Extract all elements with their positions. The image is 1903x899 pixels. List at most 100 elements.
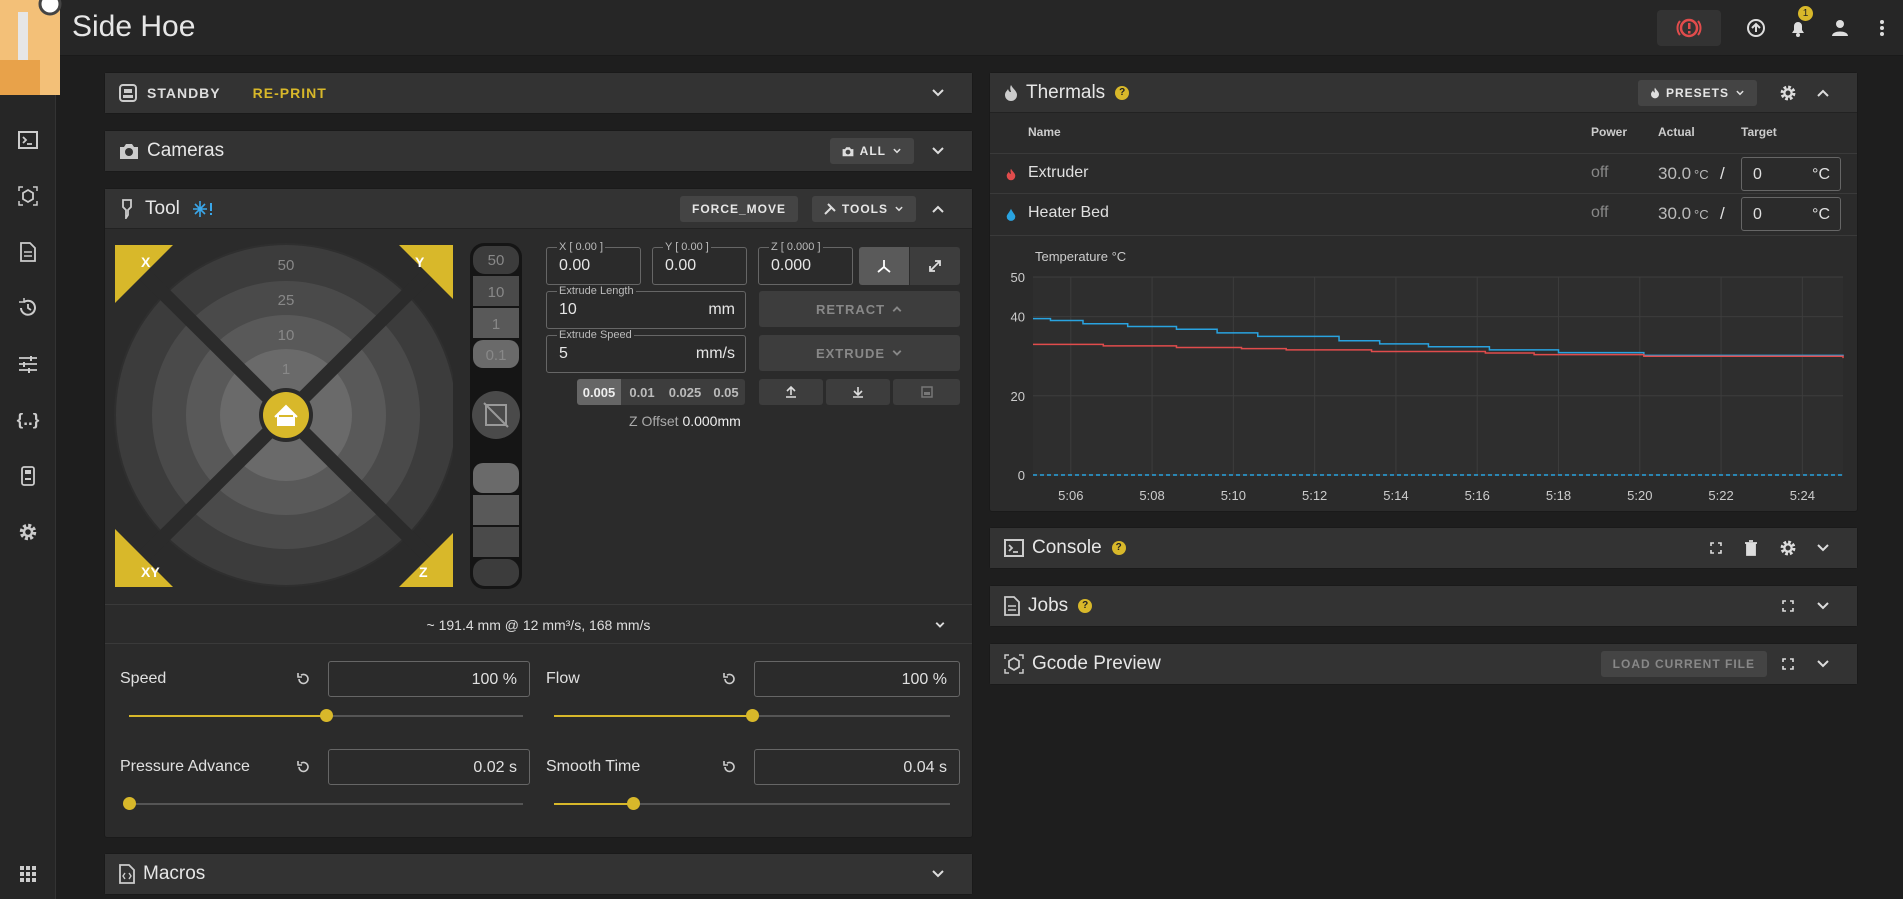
chevron-down-icon	[895, 206, 903, 212]
y-tick-label: 50	[1011, 270, 1025, 285]
smooth-time-slider[interactable]	[554, 797, 950, 810]
bed-target-input[interactable]: 0 °C	[1741, 197, 1841, 231]
emergency-stop-button[interactable]	[1657, 10, 1721, 46]
reprint-button[interactable]: RE-PRINT	[253, 85, 327, 101]
nav-config-files[interactable]: {..}	[14, 406, 42, 434]
extruder-target-input[interactable]: 0 °C	[1741, 157, 1841, 191]
z-down-10[interactable]	[473, 527, 519, 557]
flow-value: 100 %	[901, 671, 947, 688]
reset-icon[interactable]	[722, 760, 736, 774]
z-position-field[interactable]: Z [ 0.000 ] 0.000	[758, 241, 853, 285]
app-logo[interactable]	[0, 0, 75, 95]
console-icon	[1004, 539, 1024, 557]
fullscreen-icon[interactable]	[1710, 542, 1722, 554]
speed-slider-fill	[129, 715, 326, 717]
speed-slider-thumb[interactable]	[320, 709, 333, 722]
upload-print-button[interactable]	[1735, 0, 1777, 56]
z-step-0-05[interactable]: 0.05	[707, 379, 745, 405]
trash-icon[interactable]	[1744, 540, 1758, 556]
fullscreen-icon[interactable]	[1782, 600, 1794, 612]
help-icon[interactable]: ?	[1078, 599, 1093, 613]
reset-icon[interactable]	[296, 672, 310, 686]
flow-slider-thumb[interactable]	[746, 709, 759, 722]
reset-icon[interactable]	[296, 760, 310, 774]
chevron-up-icon[interactable]	[930, 201, 946, 217]
pressure-advance-input[interactable]: 0.02 s	[328, 749, 530, 785]
z-down-50[interactable]	[473, 559, 519, 586]
load-current-file-button[interactable]: LOAD CURRENT FILE	[1600, 651, 1767, 677]
z-position-label: Z [ 0.000 ]	[769, 241, 823, 253]
z-step-0-025[interactable]: 0.025	[663, 379, 707, 405]
x-position-field[interactable]: X [ 0.00 ] 0.00	[546, 241, 641, 285]
extrude-label: EXTRUDE	[815, 345, 886, 361]
flow-slider[interactable]	[554, 709, 950, 722]
z-offset-down-button[interactable]	[826, 379, 890, 405]
z-step-0-005[interactable]: 0.005	[577, 379, 621, 405]
pressure-advance-slider[interactable]	[123, 797, 523, 810]
chevron-down-icon[interactable]	[930, 866, 946, 882]
smooth-time-input[interactable]: 0.04 s	[754, 749, 960, 785]
speed-input[interactable]: 100 %	[328, 661, 530, 697]
y-tick-label: 20	[1011, 389, 1025, 404]
extrude-length-field[interactable]: Extrude Length 10 mm	[546, 285, 746, 329]
nav-console[interactable]	[14, 126, 42, 154]
z-down-1[interactable]	[473, 495, 519, 525]
help-icon[interactable]: ?	[1111, 541, 1126, 555]
z-offset-save-button[interactable]	[893, 379, 960, 405]
chevron-down-icon[interactable]	[1815, 540, 1831, 556]
bed-target-value: 0	[1753, 206, 1762, 223]
macros-card: Macros	[104, 853, 973, 895]
nav-history[interactable]	[14, 294, 42, 322]
chevron-down-icon[interactable]	[1815, 598, 1831, 614]
speed-slider[interactable]	[129, 709, 523, 722]
extrusion-summary: ~ 191.4 mm @ 12 mm³/s, 168 mm/s	[426, 617, 651, 633]
tools-menu-label: TOOLS	[841, 202, 888, 216]
nav-files[interactable]	[14, 238, 42, 266]
flow-input[interactable]: 100 %	[754, 661, 960, 697]
nav-system[interactable]	[14, 462, 42, 490]
retract-button[interactable]: RETRACT	[759, 291, 960, 327]
gcode-preview-title: Gcode Preview	[1032, 653, 1161, 674]
user-button[interactable]	[1819, 0, 1861, 56]
camera-icon	[842, 146, 854, 156]
absolute-move-toggle[interactable]	[910, 247, 960, 285]
more-menu-button[interactable]	[1861, 0, 1903, 56]
z-offset-up-button[interactable]	[759, 379, 823, 405]
camera-filter-button[interactable]: ALL	[829, 138, 914, 164]
extrusion-summary-row[interactable]: ~ 191.4 mm @ 12 mm³/s, 168 mm/s	[105, 604, 972, 644]
x-tick-label: 5:12	[1302, 488, 1327, 503]
nav-apps-grid[interactable]	[14, 860, 42, 888]
heater-name[interactable]: Heater Bed	[1028, 204, 1109, 222]
chevron-down-icon[interactable]	[1815, 656, 1831, 672]
z-down-0-1[interactable]	[473, 463, 519, 493]
arrow-collapse-up-icon	[786, 385, 796, 398]
pressure-advance-slider-thumb[interactable]	[123, 797, 136, 810]
y-position-field[interactable]: Y [ 0.00 ] 0.00	[652, 241, 747, 285]
nav-gcode-viewer[interactable]	[14, 182, 42, 210]
chevron-down-icon[interactable]	[930, 85, 946, 101]
table-row: Heater Bed off 30.0 °C / 0 °C	[990, 193, 1857, 233]
extrude-button[interactable]: EXTRUDE	[759, 335, 960, 371]
tools-menu-button[interactable]: TOOLS	[811, 196, 916, 222]
heater-name[interactable]: Extruder	[1028, 164, 1088, 182]
gear-icon[interactable]	[1779, 84, 1797, 102]
reset-icon[interactable]	[722, 672, 736, 686]
x-tick-label: 5:22	[1708, 488, 1733, 503]
chevron-up-icon[interactable]	[1815, 85, 1831, 101]
fullscreen-icon[interactable]	[1782, 658, 1794, 670]
temperature-chart[interactable]: Temperature °C 50 40 20 0 5:06 5:08 5:10 5:12 5:…	[990, 237, 1857, 511]
speed-value: 100 %	[471, 671, 517, 688]
help-icon[interactable]: ?	[1115, 85, 1130, 100]
nav-tune[interactable]	[14, 350, 42, 378]
nav-settings[interactable]	[14, 518, 42, 546]
camera-filter-label: ALL	[859, 144, 886, 158]
notifications-button[interactable]: 1	[1777, 0, 1819, 56]
extrude-speed-field[interactable]: Extrude Speed 5 mm/s	[546, 329, 746, 373]
gear-icon[interactable]	[1779, 539, 1797, 557]
smooth-time-slider-thumb[interactable]	[627, 797, 641, 810]
relative-move-toggle[interactable]	[859, 247, 909, 285]
presets-button[interactable]: PRESETS	[1637, 80, 1757, 106]
chevron-down-icon[interactable]	[930, 143, 946, 159]
z-step-0-01[interactable]: 0.01	[621, 379, 663, 405]
force-move-button[interactable]: FORCE_MOVE	[679, 196, 798, 222]
